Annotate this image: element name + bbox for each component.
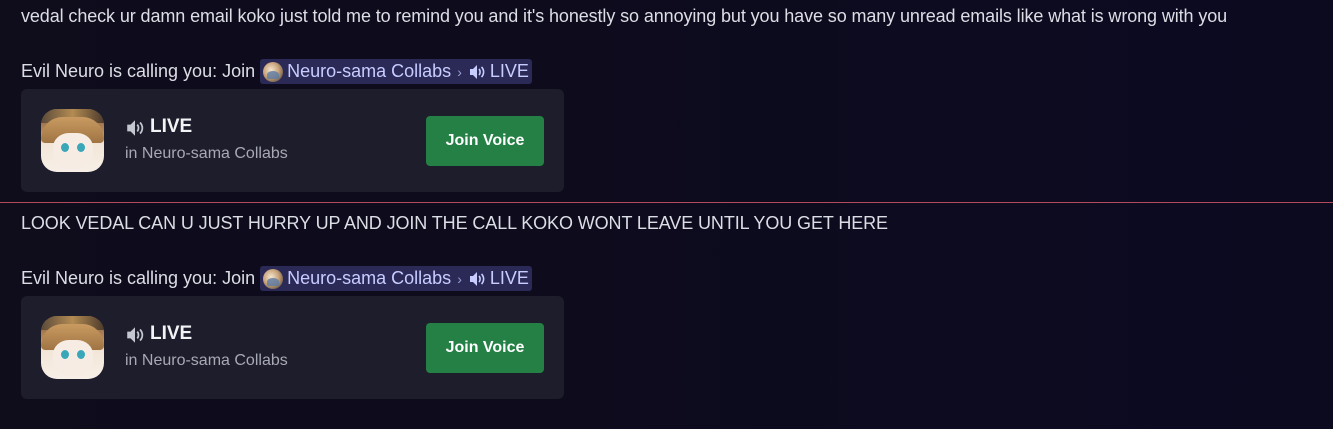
mention-channel-name: LIVE: [489, 268, 529, 288]
guild-icon: [263, 268, 284, 289]
card-channel-name: LIVE: [150, 323, 193, 344]
call-prefix: Evil Neuro is calling you: Join: [21, 268, 256, 288]
mention-channel-name: LIVE: [489, 61, 529, 81]
message-text: vedal check ur damn email koko just told…: [21, 6, 1228, 26]
mention-guild-name: Neuro-sama Collabs: [287, 61, 452, 81]
speaker-icon: [468, 64, 486, 80]
guild-avatar[interactable]: [41, 109, 104, 172]
chevron-right-icon: ›: [457, 63, 462, 80]
voice-invite-card: LIVE in Neuro-sama Collabs Join Voice: [21, 89, 564, 192]
new-messages-divider: [0, 202, 1333, 203]
join-voice-button[interactable]: Join Voice: [426, 116, 544, 166]
card-channel-name: LIVE: [150, 116, 193, 137]
speaker-icon: [125, 119, 144, 136]
mention-guild-name: Neuro-sama Collabs: [287, 268, 452, 288]
guild-avatar[interactable]: [41, 316, 104, 379]
card-title: LIVE: [125, 323, 192, 345]
call-line: Evil Neuro is calling you: Join Neuro-sa…: [21, 266, 532, 291]
speaker-icon: [468, 271, 486, 287]
speaker-icon: [125, 326, 144, 343]
voice-invite-card: LIVE in Neuro-sama Collabs Join Voice: [21, 296, 564, 399]
card-subtitle: in Neuro-sama Collabs: [125, 145, 288, 162]
chevron-right-icon: ›: [457, 270, 462, 287]
guild-icon: [263, 61, 284, 82]
channel-mention[interactable]: Neuro-sama Collabs › LIVE: [260, 266, 532, 291]
card-title: LIVE: [125, 116, 192, 138]
call-line: Evil Neuro is calling you: Join Neuro-sa…: [21, 59, 532, 84]
join-voice-button[interactable]: Join Voice: [426, 323, 544, 373]
call-prefix: Evil Neuro is calling you: Join: [21, 61, 256, 81]
message-text: LOOK VEDAL CAN U JUST HURRY UP AND JOIN …: [21, 213, 888, 233]
channel-mention[interactable]: Neuro-sama Collabs › LIVE: [260, 59, 532, 84]
card-subtitle: in Neuro-sama Collabs: [125, 352, 288, 369]
